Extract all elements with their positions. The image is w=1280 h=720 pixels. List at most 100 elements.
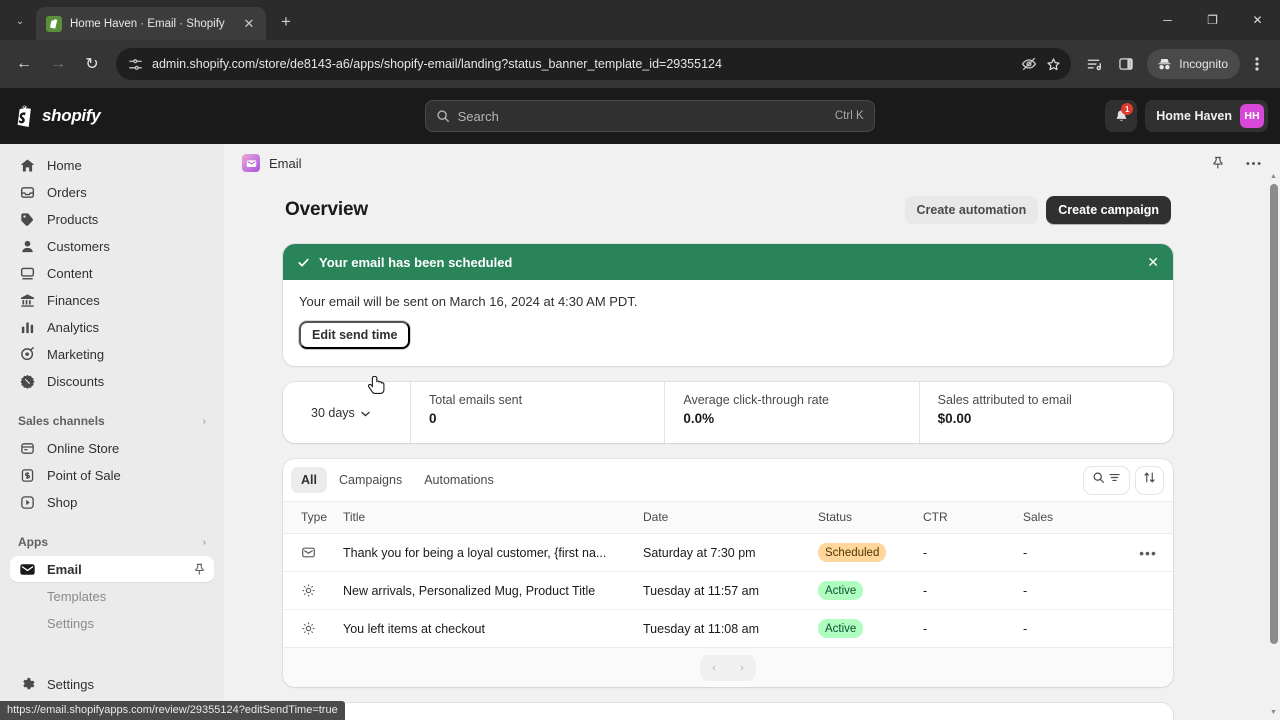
row-type-cell — [283, 610, 343, 648]
tab-all[interactable]: All — [291, 467, 327, 493]
table-row[interactable]: You left items at checkout Tuesday at 11… — [283, 610, 1173, 648]
brand-consistency-card: Create brand consistency across your ema… — [283, 703, 1173, 720]
scroll-down-arrow-icon[interactable]: ▼ — [1268, 706, 1279, 718]
sidebar-item-products[interactable]: Products — [10, 206, 214, 232]
table-head: Type Title Date Status CTR Sales — [283, 501, 1173, 534]
chevron-right-icon[interactable]: › — [203, 416, 206, 427]
create-automation-button[interactable]: Create automation — [904, 196, 1039, 224]
star-icon[interactable] — [1046, 57, 1061, 72]
search-input[interactable]: Search Ctrl K — [424, 100, 875, 132]
chevron-right-icon[interactable]: › — [203, 537, 206, 548]
sidebar-item-point-of-sale[interactable]: Point of Sale — [10, 462, 214, 488]
search-icon — [437, 110, 449, 122]
page-container: Overview Create automation Create campai… — [283, 182, 1173, 720]
page-settings-icon[interactable] — [128, 57, 143, 72]
window-controls: ─ ❐ ✕ — [1145, 0, 1280, 40]
sidebar-item-email[interactable]: Email — [10, 556, 214, 582]
reload-button[interactable]: ↻ — [76, 48, 108, 80]
discount-badge-icon — [18, 372, 36, 390]
row-actions-cell[interactable]: ••• — [1123, 533, 1173, 572]
shopify-wordmark: shopify — [42, 106, 101, 125]
window-minimize-button[interactable]: ─ — [1145, 0, 1190, 40]
tab-close-icon[interactable]: ✕ — [240, 15, 258, 33]
sort-icon — [1143, 471, 1156, 489]
row-date-cell: Tuesday at 11:57 am — [643, 571, 818, 610]
notifications-button[interactable]: 1 — [1105, 100, 1138, 132]
brand-consistency-body: Create brand consistency across your ema… — [283, 703, 1173, 720]
sidebar-item-app-settings[interactable]: Settings — [10, 610, 214, 636]
sidebar-item-label: Content — [47, 265, 93, 281]
page-title: Overview — [285, 199, 368, 220]
sidebar-item-label: Shop — [47, 494, 78, 510]
pagination-prev-button[interactable]: ‹ — [700, 655, 728, 681]
sidebar-item-home[interactable]: Home — [10, 152, 214, 178]
search-and-filter-button[interactable] — [1084, 466, 1129, 494]
table-row[interactable]: Thank you for being a loyal customer, {f… — [283, 533, 1173, 572]
store-switcher-button[interactable]: Home Haven HH — [1145, 100, 1268, 132]
sort-button[interactable] — [1136, 466, 1163, 494]
address-bar[interactable]: admin.shopify.com/store/de8143-a6/apps/s… — [116, 48, 1072, 80]
sidebar-item-settings[interactable]: Settings — [10, 671, 214, 697]
metric-sales-attributed: Sales attributed to email $0.00 — [920, 382, 1173, 443]
sidebar-item-finances[interactable]: Finances — [10, 287, 214, 313]
row-date-cell: Tuesday at 11:08 am — [643, 621, 760, 636]
table-header-row: Type Title Date Status CTR Sales — [283, 501, 1173, 534]
sidebar-item-templates[interactable]: Templates — [10, 583, 214, 609]
create-campaign-button[interactable]: Create campaign — [1046, 196, 1171, 224]
edit-send-time-button[interactable]: Edit send time — [299, 321, 411, 349]
window-maximize-button[interactable]: ❐ — [1190, 0, 1235, 40]
scroll-up-arrow-icon[interactable]: ▲ — [1268, 170, 1279, 182]
sidebar-item-customers[interactable]: Customers — [10, 233, 214, 259]
row-title-cell[interactable]: Thank you for being a loyal customer, {f… — [343, 533, 643, 572]
ellipsis-icon[interactable] — [1240, 150, 1266, 176]
side-panel-icon[interactable] — [1111, 49, 1141, 79]
tab-campaigns[interactable]: Campaigns — [329, 467, 412, 493]
notification-count-badge: 1 — [1121, 103, 1134, 115]
metric-total-emails-sent: Total emails sent 0 — [411, 382, 666, 443]
pin-icon[interactable] — [1205, 150, 1231, 176]
sidebar-item-orders[interactable]: Orders — [10, 179, 214, 205]
new-tab-button[interactable]: + — [272, 8, 300, 36]
sidebar-item-label: Customers — [47, 238, 110, 254]
incognito-indicator[interactable]: Incognito — [1147, 49, 1240, 79]
shopify-topbar: shopify Search Ctrl K 1 Home Haven HH — [0, 88, 1280, 144]
close-icon[interactable]: ✕ — [1147, 254, 1159, 271]
row-title-cell[interactable]: You left items at checkout — [343, 610, 643, 648]
sidebar-item-label: Marketing — [47, 346, 105, 362]
sidebar-item-online-store[interactable]: Online Store — [10, 435, 214, 461]
row-title-cell[interactable]: New arrivals, Personalized Mug, Product … — [343, 571, 643, 610]
sidebar-section-apps[interactable]: Apps › — [10, 530, 214, 554]
sidebar-section-label: Apps — [18, 535, 48, 549]
browser-tab[interactable]: Home Haven · Email · Shopify ✕ — [36, 7, 266, 40]
back-button[interactable]: ← — [8, 48, 40, 80]
sidebar-item-discounts[interactable]: Discounts — [10, 368, 214, 394]
row-more-icon[interactable]: ••• — [1139, 545, 1157, 561]
sidebar-item-content[interactable]: Content — [10, 260, 214, 286]
pin-icon[interactable] — [193, 563, 206, 576]
reading-list-icon[interactable] — [1079, 49, 1109, 79]
forward-button[interactable]: → — [42, 48, 74, 80]
row-type-cell — [283, 571, 343, 610]
eye-slash-icon[interactable] — [1021, 56, 1037, 72]
window-close-button[interactable]: ✕ — [1235, 0, 1280, 40]
pagination: ‹ › — [283, 647, 1173, 687]
column-header-sales: Sales — [1023, 501, 1123, 534]
kebab-menu-icon[interactable] — [1242, 49, 1272, 79]
sidebar-item-marketing[interactable]: Marketing — [10, 341, 214, 367]
sidebar-item-analytics[interactable]: Analytics — [10, 314, 214, 340]
row-actions-cell[interactable] — [1123, 571, 1173, 610]
tab-search-chevron-icon[interactable]: ⌄ — [6, 7, 34, 35]
row-actions-cell[interactable] — [1123, 610, 1173, 648]
sidebar-item-shop[interactable]: Shop — [10, 489, 214, 515]
list-tools — [1084, 466, 1163, 494]
scrollbar-thumb[interactable] — [1270, 184, 1278, 644]
topbar-right: 1 Home Haven HH — [1105, 100, 1268, 132]
date-range-label: 30 days — [311, 405, 355, 420]
megaphone-target-icon — [18, 345, 36, 363]
date-range-selector[interactable]: 30 days — [283, 382, 411, 443]
pagination-next-button[interactable]: › — [728, 655, 756, 681]
sidebar-section-sales-channels[interactable]: Sales channels › — [10, 409, 214, 433]
tab-automations[interactable]: Automations — [414, 467, 503, 493]
shopify-logo[interactable]: shopify — [14, 105, 194, 128]
table-row[interactable]: New arrivals, Personalized Mug, Product … — [283, 571, 1173, 610]
